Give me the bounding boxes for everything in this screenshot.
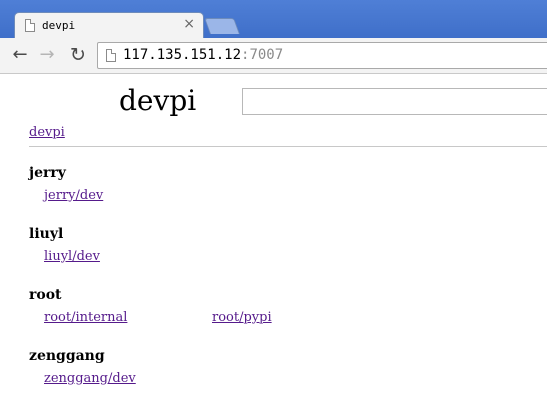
index-link-root-pypi[interactable]: root/pypi [212, 310, 272, 325]
browser-toolbar: ← → ↻ 117.135.151.12:7007 [0, 38, 547, 74]
address-host: 117.135.151.12 [123, 47, 242, 63]
page-content: devpi devpi jerry jerry/dev liuyl liuyl/… [0, 74, 547, 409]
user-name-zenggang: zenggang [29, 348, 105, 364]
index-link-root-internal[interactable]: root/internal [44, 310, 127, 325]
user-name-root: root [29, 287, 62, 303]
back-arrow-icon[interactable]: ← [9, 44, 31, 66]
new-tab-button[interactable] [204, 18, 240, 34]
page-icon [106, 49, 116, 62]
divider [29, 146, 547, 147]
tab-title: devpi [42, 19, 76, 32]
index-link-zenggang-dev[interactable]: zenggang/dev [44, 371, 136, 386]
search-input[interactable] [242, 88, 547, 115]
user-name-liuyl: liuyl [29, 226, 64, 242]
reload-icon[interactable]: ↻ [67, 44, 89, 66]
address-port: :7007 [241, 47, 284, 63]
address-url[interactable]: 117.135.151.12:7007 [123, 47, 283, 63]
browser-tab[interactable]: devpi × [14, 12, 204, 39]
devpi-logo: devpi [119, 84, 197, 117]
address-bar[interactable]: 117.135.151.12:7007 [97, 42, 547, 69]
page-icon [25, 19, 35, 32]
index-link-liuyl-dev[interactable]: liuyl/dev [44, 249, 100, 264]
breadcrumb-root-link[interactable]: devpi [29, 125, 65, 140]
index-link-jerry-dev[interactable]: jerry/dev [44, 188, 103, 203]
forward-arrow-icon[interactable]: → [36, 44, 58, 66]
browser-titlebar: devpi × [0, 0, 547, 39]
close-icon[interactable]: × [183, 16, 195, 32]
user-name-jerry: jerry [29, 165, 66, 181]
